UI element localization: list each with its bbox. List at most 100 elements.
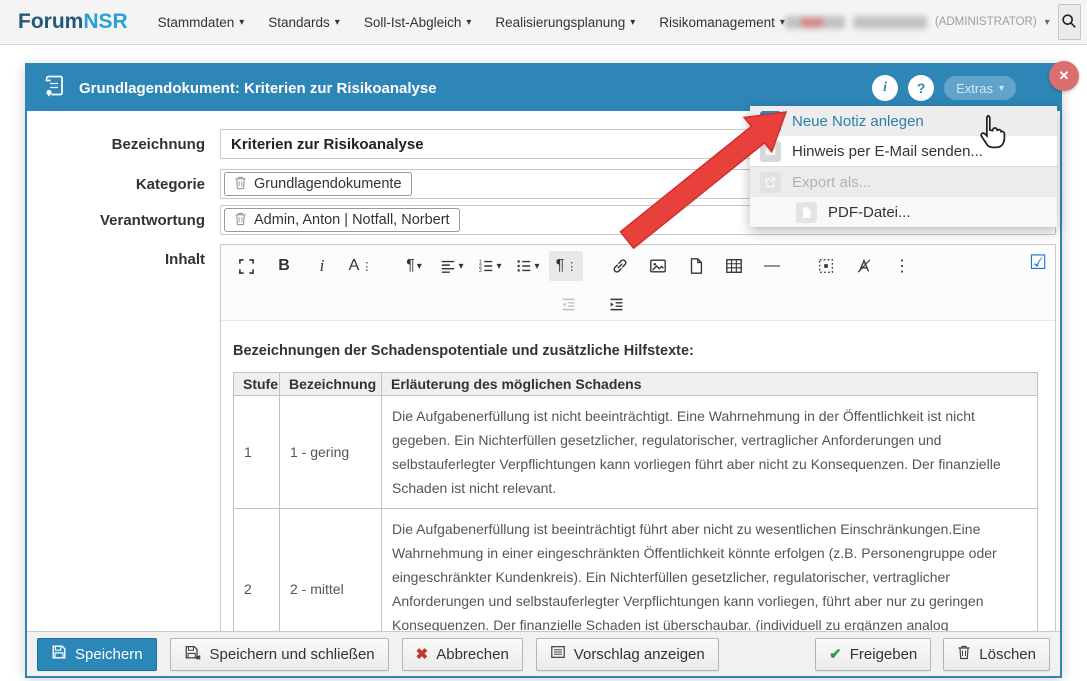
schadenspotential-table: Stufe Bezeichnung Erläuterung des möglic… bbox=[233, 372, 1038, 633]
menu-item-export-als: Export als... bbox=[750, 167, 1057, 197]
inhalt-richtext-editor: B i A⋮ ¶▾ ▾ 123▾ ▾ ¶⋮ — ⋮ ☑ bbox=[220, 244, 1056, 633]
extras-button-label: Extras bbox=[956, 81, 993, 96]
menu-item-label: PDF-Datei... bbox=[828, 204, 911, 221]
editor-content[interactable]: Bezeichnungen der Schadenspotentiale und… bbox=[221, 321, 1055, 633]
fullscreen-icon[interactable] bbox=[229, 251, 263, 281]
menu-item-pdf-datei[interactable]: PDF-Datei... bbox=[750, 197, 1057, 227]
menu-item-neue-notiz[interactable]: Neue Notiz anlegen bbox=[750, 106, 1057, 136]
help-icon: ? bbox=[917, 80, 926, 96]
note-icon bbox=[760, 111, 781, 132]
cell-stufe: 1 bbox=[234, 396, 280, 509]
save-close-icon bbox=[184, 644, 202, 665]
nav-item-label: Stammdaten bbox=[158, 15, 235, 30]
kategorie-label: Kategorie bbox=[27, 176, 205, 193]
top-navigation: ForumNSR Stammdaten ▾ Standards▾ Soll-Ist… bbox=[0, 0, 1087, 45]
info-button[interactable]: i bbox=[872, 75, 898, 101]
save-and-close-button-label: Speichern und schließen bbox=[210, 646, 375, 663]
nav-item-label: Risikomanagement bbox=[659, 15, 775, 30]
cancel-button[interactable]: ✖ Abbrechen bbox=[402, 638, 523, 671]
release-button[interactable]: ✔ Freigeben bbox=[815, 638, 931, 671]
logo-text-forum: Forum bbox=[18, 10, 83, 33]
image-icon[interactable] bbox=[641, 251, 675, 281]
close-button[interactable]: ✕ bbox=[1049, 61, 1079, 91]
clear-formatting-icon[interactable] bbox=[847, 251, 881, 281]
search-icon bbox=[1060, 12, 1078, 33]
chevron-down-icon: ▾ bbox=[466, 17, 471, 28]
dialog-header-actions: i ? Extras ▾ bbox=[872, 75, 1016, 101]
export-icon bbox=[760, 172, 781, 193]
menu-item-label: Export als... bbox=[792, 174, 871, 191]
chevron-down-icon: ▾ bbox=[239, 17, 244, 28]
menu-item-label: Hinweis per E-Mail senden... bbox=[792, 143, 983, 160]
nav-item-soll-ist-abgleich[interactable]: Soll-Ist-Abgleich▾ bbox=[364, 15, 472, 30]
table-icon[interactable] bbox=[717, 251, 751, 281]
extras-button[interactable]: Extras ▾ bbox=[944, 76, 1016, 100]
kategorie-chip[interactable]: Grundlagendokumente bbox=[224, 172, 412, 196]
outdent-icon[interactable] bbox=[551, 291, 585, 317]
trash-icon[interactable] bbox=[234, 211, 247, 230]
cell-stufe: 2 bbox=[234, 509, 280, 634]
trash-icon[interactable] bbox=[234, 175, 247, 194]
search-button[interactable] bbox=[1058, 4, 1081, 40]
dialog-header: Grundlagendokument: Kriterien zur Risiko… bbox=[27, 65, 1060, 111]
nav-item-risikomanagement[interactable]: Risikomanagement▾ bbox=[659, 15, 785, 30]
cell-erlaeuterung: Die Aufgabenerfüllung ist nicht beeinträ… bbox=[382, 396, 1038, 509]
menu-item-hinweis-email[interactable]: Hinweis per E-Mail senden... bbox=[750, 136, 1057, 166]
info-icon: i bbox=[883, 80, 887, 96]
nav-item-realisierungsplanung[interactable]: Realisierungsplanung ▾ bbox=[495, 15, 635, 30]
chevron-down-icon: ▾ bbox=[999, 83, 1004, 94]
check-icon: ✔ bbox=[829, 645, 842, 663]
checked-checkbox-icon[interactable]: ☑ bbox=[1029, 250, 1047, 275]
bold-icon[interactable]: B bbox=[267, 251, 301, 281]
select-all-icon[interactable] bbox=[809, 251, 843, 281]
envelope-icon bbox=[760, 141, 781, 162]
delete-button-label: Löschen bbox=[979, 646, 1036, 663]
extras-dropdown-menu: Neue Notiz anlegen Hinweis per E-Mail se… bbox=[750, 106, 1057, 227]
nav-item-label: Realisierungsplanung bbox=[495, 15, 625, 30]
redacted-mark bbox=[801, 18, 823, 27]
help-button[interactable]: ? bbox=[908, 75, 934, 101]
release-button-label: Freigeben bbox=[850, 646, 918, 663]
cancel-x-icon: ✖ bbox=[416, 645, 429, 663]
paragraph-style-icon[interactable]: ¶⋮ bbox=[549, 251, 583, 281]
ordered-list-icon[interactable]: 123▾ bbox=[473, 251, 507, 281]
save-button[interactable]: Speichern bbox=[37, 638, 157, 671]
paragraph-format-icon[interactable]: ¶▾ bbox=[397, 251, 431, 281]
more-options-icon[interactable]: ⋮ bbox=[885, 251, 919, 281]
show-proposal-button[interactable]: Vorschlag anzeigen bbox=[536, 638, 719, 671]
logo-text-nsr: NSR bbox=[83, 10, 127, 33]
dialog-title: Grundlagendokument: Kriterien zur Risiko… bbox=[79, 80, 437, 97]
delete-button[interactable]: Löschen bbox=[943, 638, 1050, 671]
save-and-close-button[interactable]: Speichern und schließen bbox=[170, 638, 389, 671]
cancel-button-label: Abbrechen bbox=[436, 646, 509, 663]
verantwortung-chip[interactable]: Admin, Anton | Notfall, Norbert bbox=[224, 208, 460, 232]
cell-erlaeuterung: Die Aufgabenerfüllung ist beeinträchtigt… bbox=[382, 509, 1038, 634]
table-row: 1 1 - gering Die Aufgabenerfüllung ist n… bbox=[234, 396, 1038, 509]
inhalt-label: Inhalt bbox=[27, 251, 205, 268]
content-heading: Bezeichnungen der Schadenspotentiale und… bbox=[233, 343, 1043, 359]
kategorie-chip-label: Grundlagendokumente bbox=[254, 176, 402, 192]
italic-icon[interactable]: i bbox=[305, 251, 339, 281]
menu-item-label: Neue Notiz anlegen bbox=[792, 113, 924, 130]
nav-item-standards[interactable]: Standards▾ bbox=[268, 15, 340, 30]
horizontal-rule-icon[interactable]: — bbox=[755, 251, 789, 281]
unordered-list-icon[interactable]: ▾ bbox=[511, 251, 545, 281]
editor-toolbar-row2 bbox=[221, 287, 1055, 321]
app-logo[interactable]: ForumNSR bbox=[18, 10, 128, 34]
link-icon[interactable] bbox=[603, 251, 637, 281]
verantwortung-chip-label: Admin, Anton | Notfall, Norbert bbox=[254, 212, 450, 228]
insert-file-icon[interactable] bbox=[679, 251, 713, 281]
chevron-down-icon: ▾ bbox=[630, 17, 635, 28]
show-proposal-button-label: Vorschlag anzeigen bbox=[574, 646, 705, 663]
align-icon[interactable]: ▾ bbox=[435, 251, 469, 281]
dialog-footer: Speichern Speichern und schließen ✖ Abbr… bbox=[27, 631, 1060, 676]
scroll-document-icon bbox=[41, 73, 67, 104]
user-menu[interactable]: (ADMINISTRATOR) ▾ bbox=[785, 16, 1050, 29]
redacted-username bbox=[853, 16, 927, 29]
indent-icon[interactable] bbox=[599, 291, 633, 317]
column-header-bezeichnung: Bezeichnung bbox=[280, 373, 382, 396]
nav-item-stammdaten[interactable]: Stammdaten ▾ bbox=[158, 15, 245, 30]
pdf-file-icon bbox=[796, 202, 817, 223]
font-options-icon[interactable]: A⋮ bbox=[343, 251, 377, 281]
list-icon bbox=[550, 644, 566, 664]
